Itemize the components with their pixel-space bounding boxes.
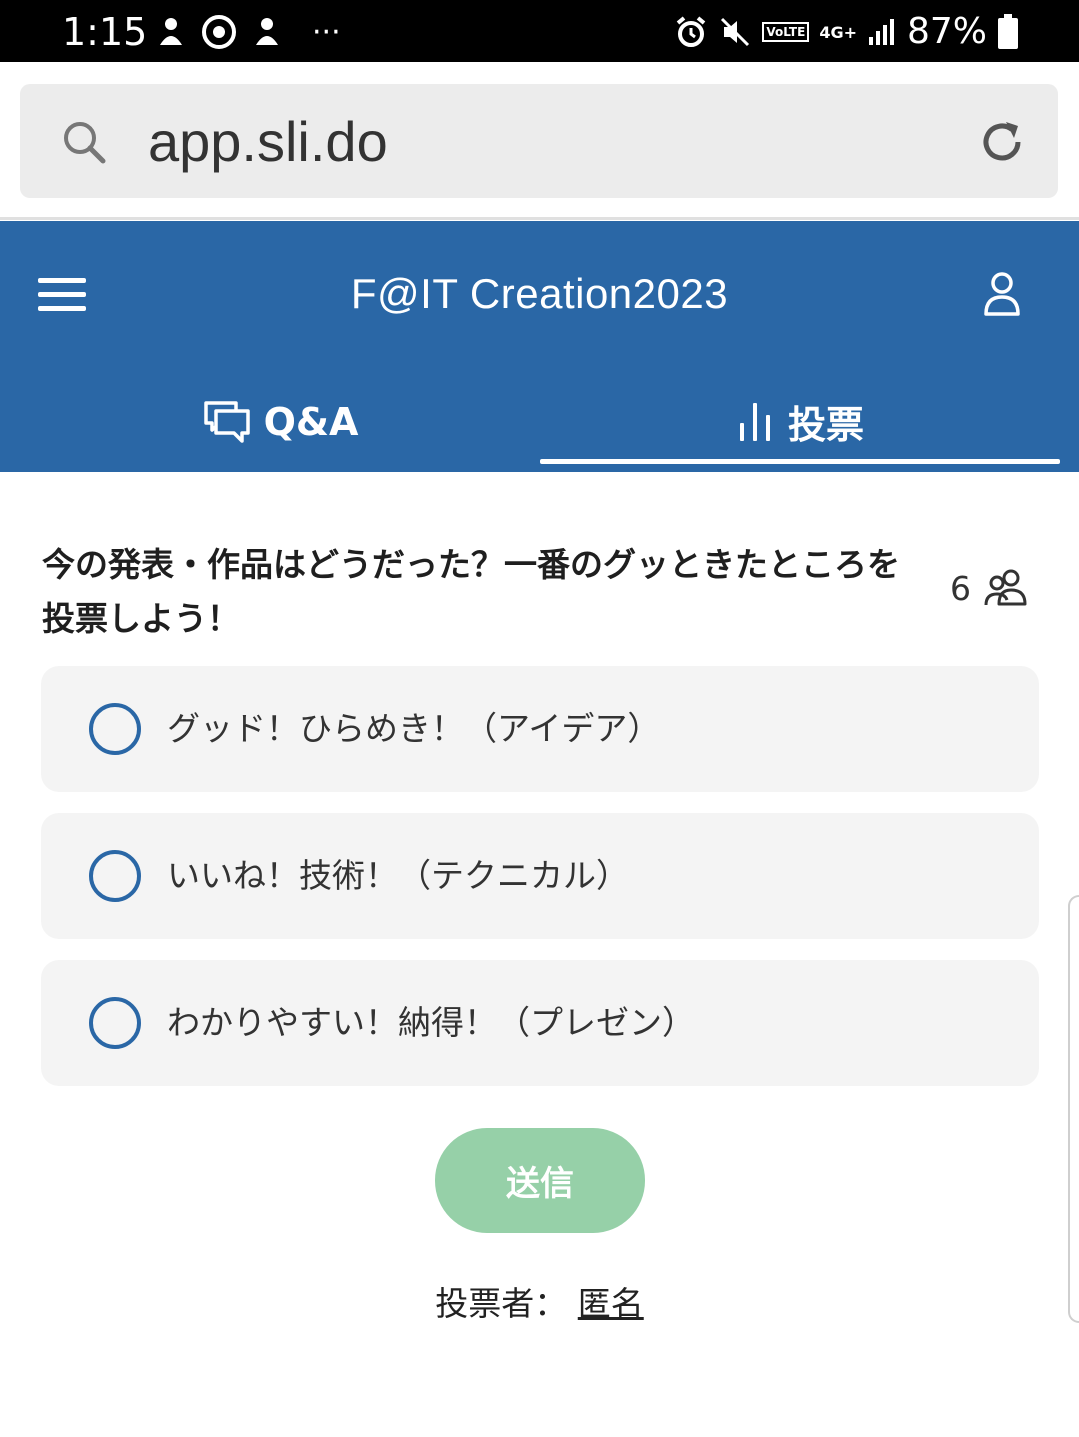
radio-button[interactable] <box>89 850 141 902</box>
notification-app-icon <box>160 18 182 45</box>
submit-button[interactable]: 送信 <box>435 1128 645 1233</box>
alarm-icon <box>677 16 706 47</box>
notification-app-icon <box>256 18 278 45</box>
event-title: F@IT Creation2023 <box>350 270 729 317</box>
url-text[interactable]: app.sli.do <box>148 110 388 174</box>
user-profile-icon[interactable] <box>983 271 1021 317</box>
tab-qa[interactable]: Q&A <box>20 371 540 472</box>
voter-name-link[interactable]: 匿名 <box>578 1284 644 1323</box>
battery-icon <box>998 14 1018 49</box>
participants-icon <box>984 569 1027 606</box>
radio-button[interactable] <box>89 703 141 755</box>
tab-polls[interactable]: 投票 <box>540 371 1060 472</box>
status-bar: 1:15 ··· VoLTE 4G+ 87% <box>0 0 1079 62</box>
network-type: 4G+ <box>819 22 857 42</box>
poll-question: 今の発表・作品はどうだった？一番のグッときたところを投票しよう！ <box>42 545 900 638</box>
voter-count: 6 <box>950 568 1029 608</box>
tab-qa-label: Q&A <box>263 399 359 444</box>
url-bar[interactable]: app.sli.do <box>20 84 1058 198</box>
mute-icon <box>721 17 750 47</box>
poll-option-label: わかりやすい！納得！（プレゼン） <box>167 1003 695 1042</box>
voter-prefix: 投票者： <box>435 1284 568 1323</box>
chrome-icon <box>202 15 236 49</box>
radio-button[interactable] <box>89 997 141 1049</box>
signal-icon <box>868 19 894 45</box>
volte-badge: VoLTE <box>762 22 810 42</box>
active-tab-indicator <box>540 459 1060 464</box>
voter-count-number: 6 <box>950 568 971 608</box>
poll-bars-icon <box>739 402 770 441</box>
reload-icon[interactable] <box>978 118 1026 166</box>
poll-option-label: いいね！技術！（テクニカル） <box>167 856 629 895</box>
poll-option[interactable]: わかりやすい！納得！（プレゼン） <box>41 960 1039 1086</box>
poll-option[interactable]: グッド！ひらめき！（アイデア） <box>41 666 1039 792</box>
poll-option[interactable]: いいね！技術！（テクニカル） <box>41 813 1039 939</box>
chat-bubbles-icon <box>203 400 250 443</box>
voter-identity: 投票者： 匿名 <box>0 1280 1079 1328</box>
status-system-icons: VoLTE 4G+ 87% <box>674 10 1019 54</box>
battery-percent: 87% <box>906 11 987 52</box>
app-header: F@IT Creation2023 Q&A 投票 <box>0 221 1079 472</box>
poll-option-label: グッド！ひらめき！（アイデア） <box>167 709 661 748</box>
search-icon <box>64 122 106 164</box>
tab-bar: Q&A 投票 <box>0 371 1079 472</box>
scroll-handle[interactable] <box>1068 895 1079 1323</box>
browser-toolbar: app.sli.do <box>0 62 1079 220</box>
tab-polls-label: 投票 <box>787 403 864 447</box>
status-notification-icons: ··· <box>156 12 341 52</box>
more-notifications-icon: ··· <box>312 14 341 50</box>
status-time: 1:15 <box>62 10 148 54</box>
